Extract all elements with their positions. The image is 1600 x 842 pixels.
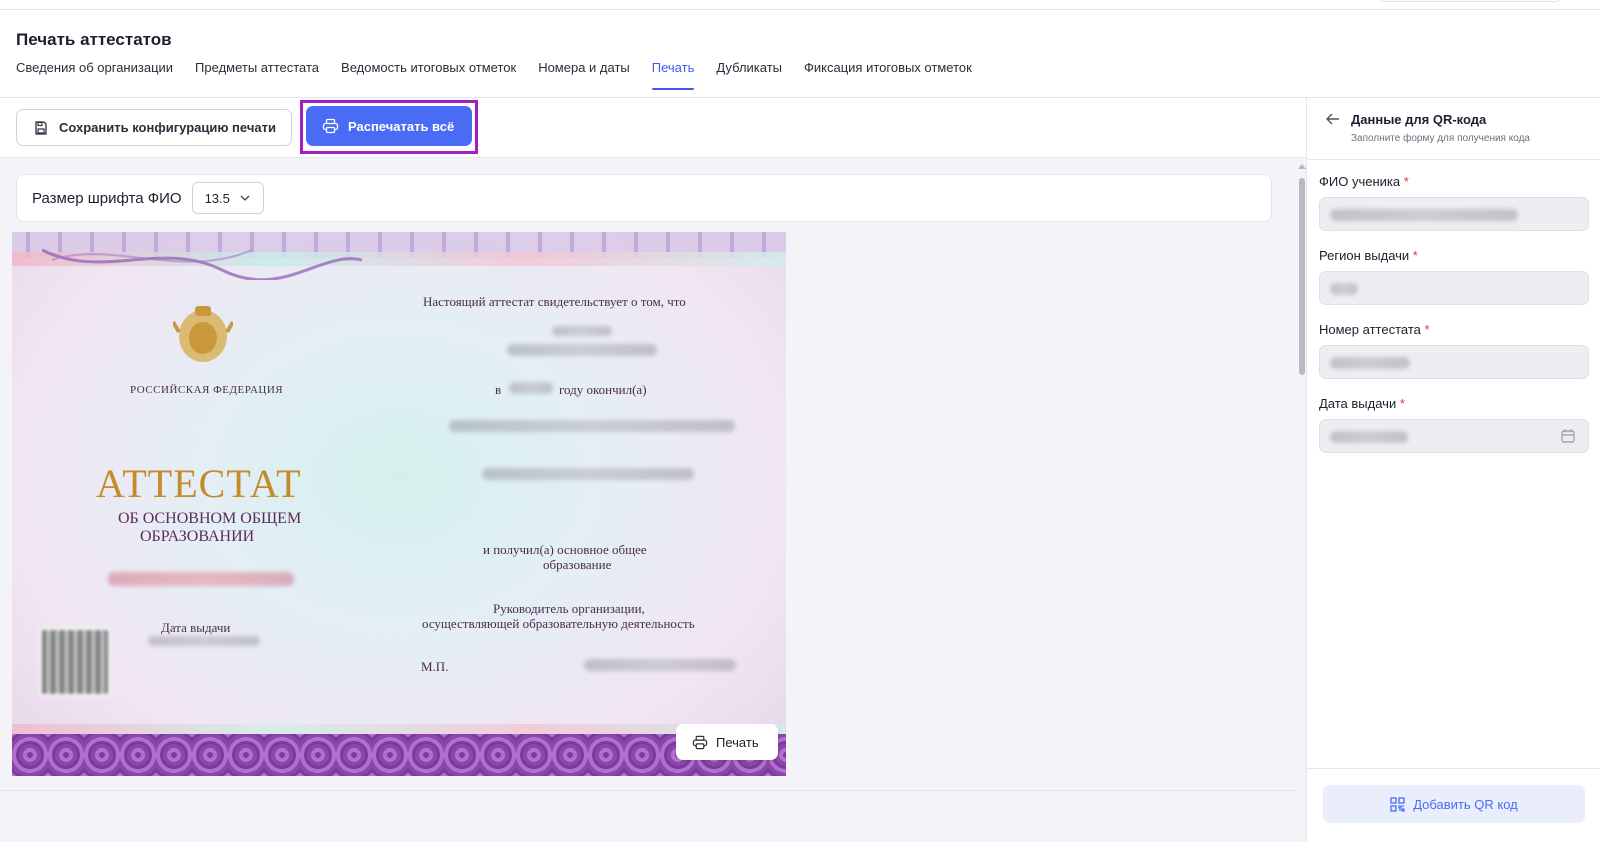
cert-country: РОССИЙСКАЯ ФЕДЕРАЦИЯ <box>130 384 284 396</box>
scroll-up-arrow-icon[interactable] <box>1298 164 1306 169</box>
certificate-number-blurred-value <box>1330 357 1410 369</box>
font-size-select[interactable]: 13.5 <box>191 182 264 214</box>
qr-panel: Данные для QR-кода Заполните форму для п… <box>1306 98 1600 842</box>
tab-organization-info[interactable]: Сведения об организации <box>16 60 173 90</box>
issue-date-input[interactable] <box>1319 419 1589 453</box>
cert-bottom-border <box>12 734 786 776</box>
content-divider <box>0 790 1296 791</box>
tab-duplicates[interactable]: Дубликаты <box>716 60 782 90</box>
cert-received-1: и получил(а) основное общее <box>483 542 647 557</box>
cert-blurred-school-2 <box>482 468 694 480</box>
font-size-label: Размер шрифта ФИО <box>32 189 182 207</box>
print-single-button[interactable]: Печать <box>676 724 778 760</box>
cert-blurred-date <box>148 636 260 646</box>
field-region-text: Регион выдачи <box>1319 248 1410 263</box>
save-config-button[interactable]: Сохранить конфигурацию печати <box>16 109 292 146</box>
chevron-down-icon <box>240 195 250 201</box>
printer-icon <box>322 118 339 134</box>
add-qr-button[interactable]: Добавить QR код <box>1323 785 1585 823</box>
field-region: Регион выдачи * <box>1319 248 1589 305</box>
content-area: Размер шрифта ФИО 13.5 РОССИЙСКАЯ ФЕДЕРА… <box>0 158 1296 792</box>
cert-head-2: осуществляющей образовательную деятельно… <box>422 616 695 631</box>
save-config-label: Сохранить конфигурацию печати <box>59 120 276 135</box>
required-mark: * <box>1399 396 1405 411</box>
tab-fix-final-grades[interactable]: Фиксация итоговых отметок <box>804 60 972 90</box>
print-all-label: Распечатать всё <box>348 118 455 134</box>
font-size-bar: Размер шрифта ФИО 13.5 <box>16 174 1272 222</box>
cert-subtitle-2: ОБРАЗОВАНИИ <box>140 528 255 545</box>
cert-blurred-school-1 <box>449 420 735 432</box>
cert-blurred-number <box>108 572 294 586</box>
student-name-input[interactable] <box>1319 197 1589 231</box>
qr-panel-title: Данные для QR-кода <box>1351 112 1487 127</box>
cert-stamp-label: М.П. <box>421 659 449 674</box>
page-title: Печать аттестатов <box>16 30 172 49</box>
field-student-name-text: ФИО ученика <box>1319 174 1401 189</box>
required-mark: * <box>1403 174 1409 189</box>
top-strip <box>0 0 1600 10</box>
qr-panel-subtitle: Заполните форму для получения кода <box>1351 133 1530 144</box>
region-blurred-value <box>1330 283 1358 295</box>
field-certificate-number-text: Номер аттестата <box>1319 322 1421 337</box>
required-mark: * <box>1412 248 1418 263</box>
add-qr-label: Добавить QR код <box>1413 796 1518 812</box>
tab-numbers-dates[interactable]: Номера и даты <box>538 60 630 90</box>
tab-bar: Сведения об организации Предметы аттеста… <box>16 60 994 90</box>
field-region-label: Регион выдачи * <box>1319 248 1589 263</box>
certificate-preview: РОССИЙСКАЯ ФЕДЕРАЦИЯ АТТЕСТАТ ОБ ОСНОВНО… <box>12 232 786 776</box>
field-certificate-number-label: Номер аттестата * <box>1319 322 1589 337</box>
cert-subtitle-1: ОБ ОСНОВНОМ ОБЩЕМ <box>118 510 302 527</box>
printer-icon <box>692 735 708 749</box>
field-issue-date-label: Дата выдачи * <box>1319 396 1589 411</box>
cert-blurred-name <box>507 344 657 356</box>
cert-received-2: образование <box>543 557 612 572</box>
arrow-left-icon[interactable] <box>1325 112 1341 126</box>
cert-ornament <box>42 248 362 280</box>
toolbar: Сохранить конфигурацию печати Распечатат… <box>0 98 1306 158</box>
page-header: Печать аттестатов Сведения об организаци… <box>0 10 1600 98</box>
field-student-name-label: ФИО ученика * <box>1319 174 1589 189</box>
cert-year-suffix: году окончил(а) <box>559 382 647 397</box>
region-input[interactable] <box>1319 271 1589 305</box>
student-name-blurred-value <box>1330 209 1518 221</box>
field-student-name: ФИО ученика * <box>1319 174 1589 231</box>
qr-panel-header: Данные для QR-кода Заполните форму для п… <box>1307 98 1600 160</box>
qr-code-icon <box>1390 796 1405 812</box>
cert-blurred-year <box>509 382 553 394</box>
print-single-label: Печать <box>716 734 759 750</box>
cert-date-label: Дата выдачи <box>161 620 231 635</box>
tab-certificate-subjects[interactable]: Предметы аттестата <box>195 60 319 90</box>
calendar-icon[interactable] <box>1560 428 1576 444</box>
field-certificate-number: Номер аттестата * <box>1319 322 1589 379</box>
tab-print[interactable]: Печать <box>651 60 694 90</box>
cert-year-prefix: в <box>495 382 502 397</box>
font-size-value: 13.5 <box>204 190 230 206</box>
field-issue-date: Дата выдачи * <box>1319 396 1589 453</box>
cert-qr-code <box>40 628 110 696</box>
cert-blurred-head-name <box>584 659 736 671</box>
qr-panel-footer: Добавить QR код <box>1307 768 1600 842</box>
save-icon <box>35 120 47 135</box>
field-issue-date-text: Дата выдачи <box>1319 396 1397 411</box>
issue-date-blurred-value <box>1330 431 1408 443</box>
certificate-number-input[interactable] <box>1319 345 1589 379</box>
top-corner-decoration <box>1380 0 1560 2</box>
cert-title: АТТЕСТАТ <box>96 461 302 506</box>
tab-final-grades-sheet[interactable]: Ведомость итоговых отметок <box>341 60 516 90</box>
coat-of-arms-icon <box>173 306 233 362</box>
print-all-button[interactable]: Распечатать всё <box>306 106 472 146</box>
scroll-thumb[interactable] <box>1299 178 1305 375</box>
required-mark: * <box>1424 322 1430 337</box>
cert-statement: Настоящий аттестат свидетельствует о том… <box>423 294 686 309</box>
cert-head-1: Руководитель организации, <box>493 601 645 616</box>
cert-blurred-surname <box>552 326 612 336</box>
